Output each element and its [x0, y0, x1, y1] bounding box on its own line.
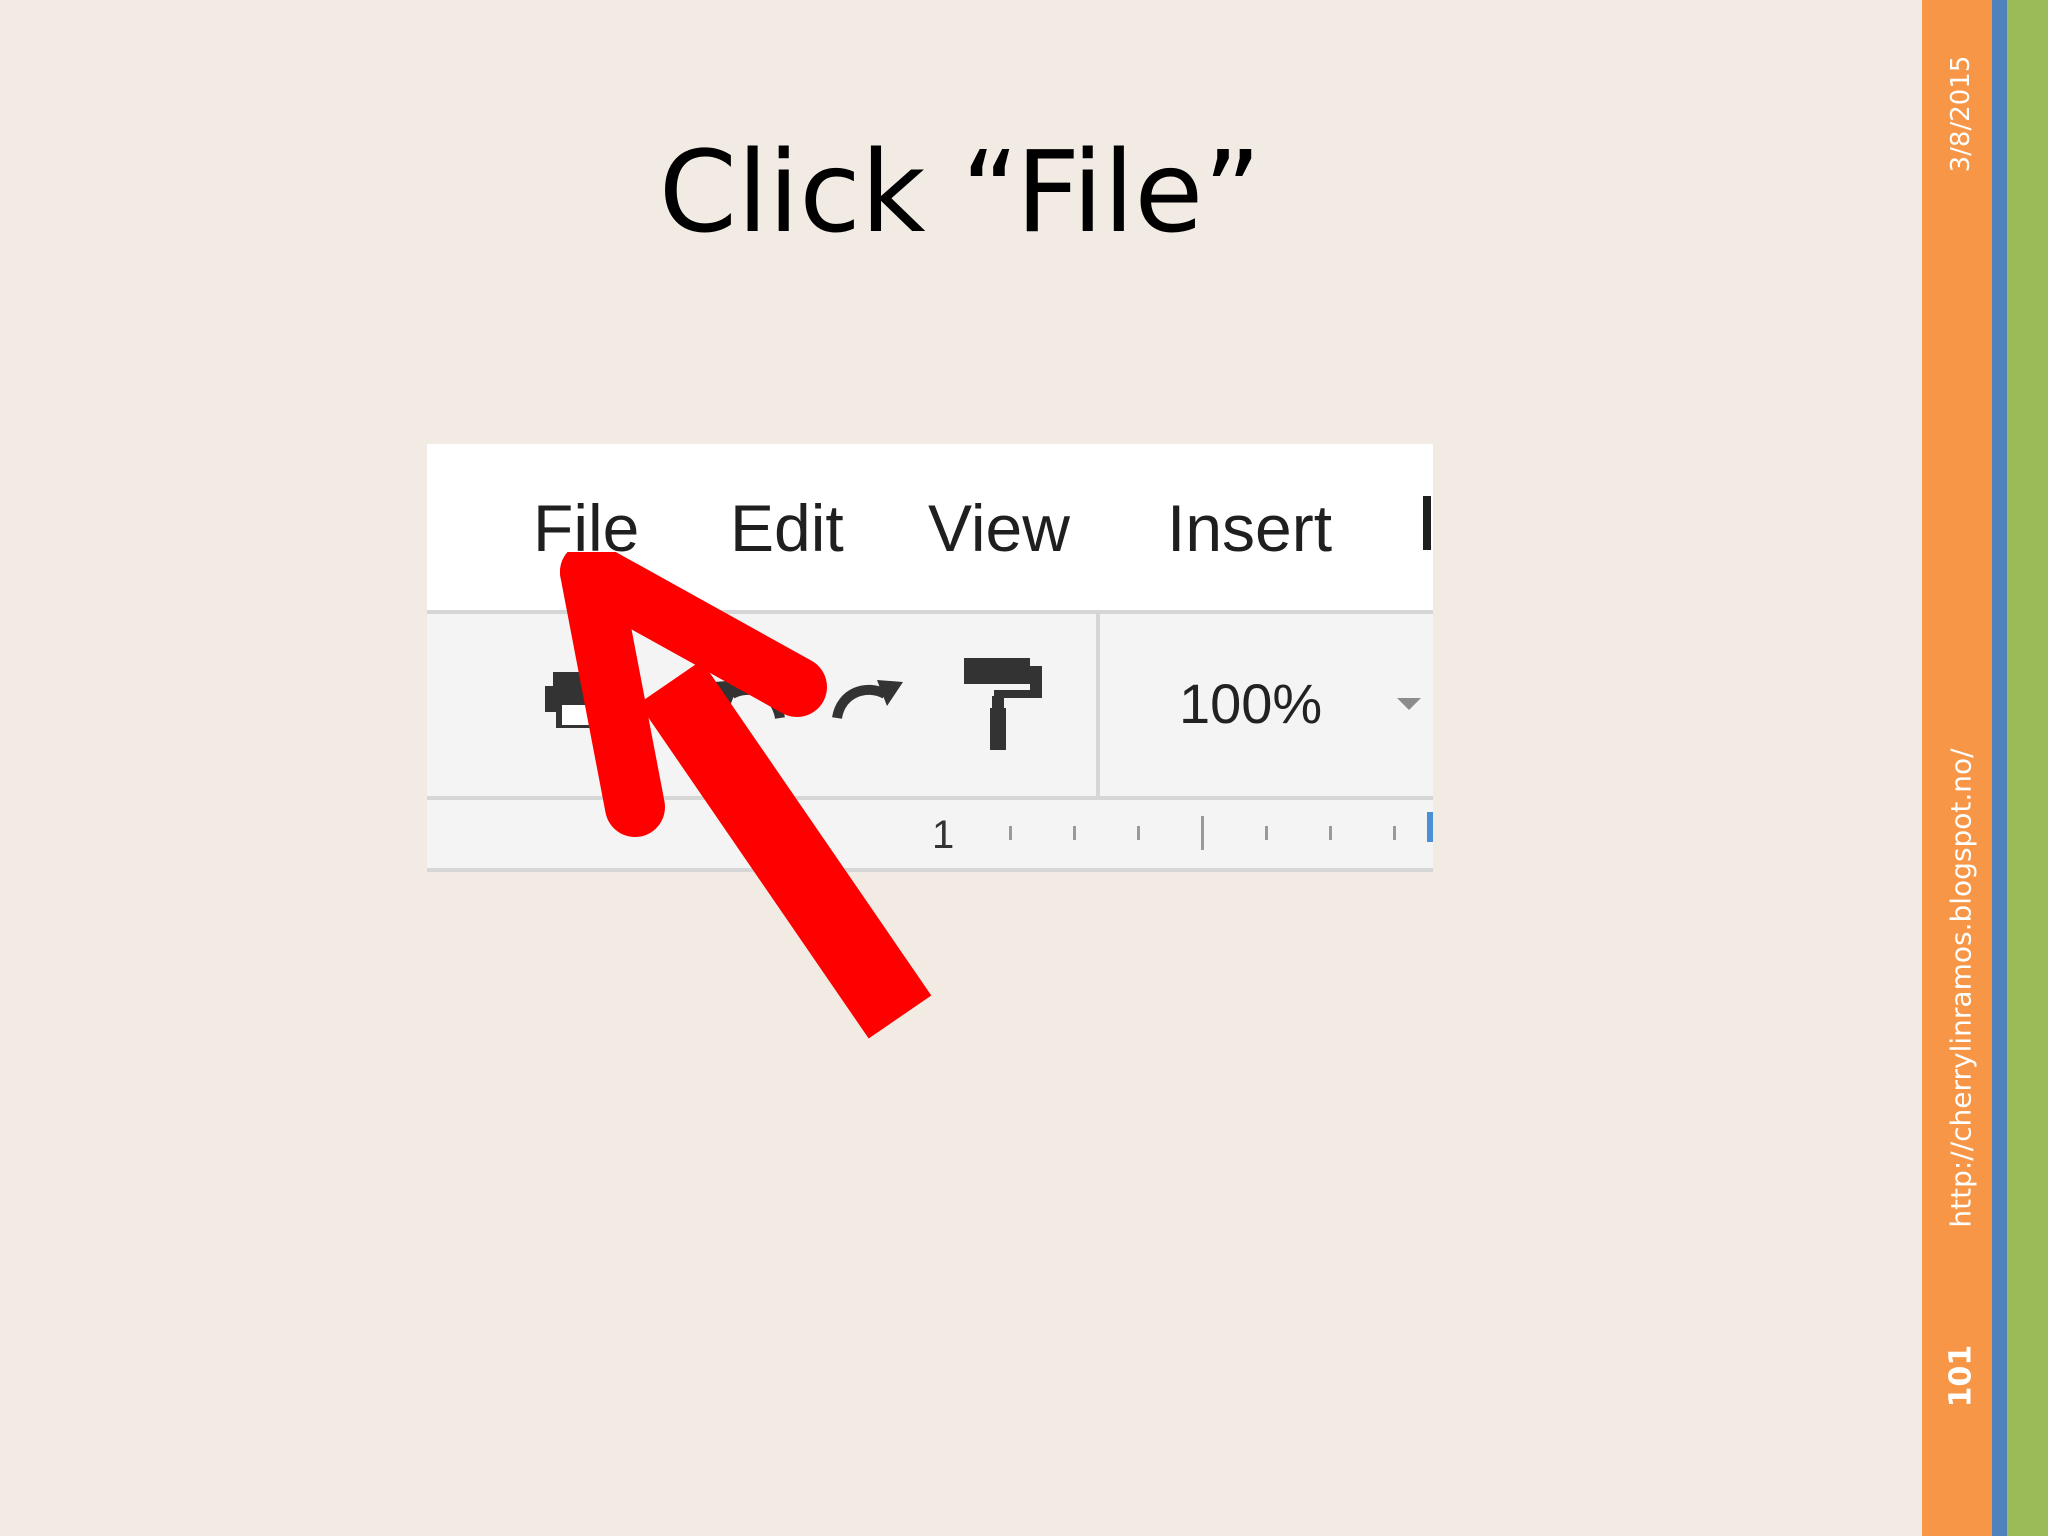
ruler-margin-marker[interactable]	[1427, 812, 1433, 842]
menu-next-item-partial[interactable]	[1423, 490, 1433, 567]
zoom-select[interactable]: 100%	[1179, 672, 1322, 736]
ruler-tick	[1073, 826, 1076, 840]
toolbar-separator	[1096, 614, 1100, 796]
ruler-tick	[1137, 826, 1140, 840]
cut-off-letter-icon	[1423, 496, 1431, 550]
slide-page-number: 101	[1943, 1344, 1979, 1408]
side-bar-green	[2007, 0, 2048, 1536]
arrow-pointer-icon	[560, 552, 932, 1039]
ruler-tick	[1329, 826, 1332, 840]
dropdown-arrow-icon[interactable]	[1397, 698, 1421, 710]
menu-insert[interactable]: Insert	[1167, 490, 1332, 566]
paint-format-icon[interactable]	[964, 658, 1044, 750]
slide-date: 3/8/2015	[1946, 55, 1976, 173]
ruler-tick	[1393, 826, 1396, 840]
ruler-tick	[1265, 826, 1268, 840]
side-bar-blue	[1992, 0, 2007, 1536]
slide-footer-url: http://cherrylinramos.blogspot.no/	[1944, 748, 1978, 1228]
slide-title: Click “File”	[658, 128, 1262, 258]
ruler-tick-major	[1201, 816, 1204, 850]
ruler-tick	[1009, 826, 1012, 840]
